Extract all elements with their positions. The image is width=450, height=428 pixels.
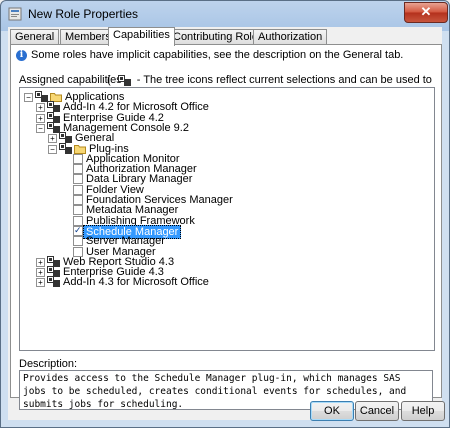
info-icon: i: [16, 50, 27, 61]
description-label: Description:: [19, 358, 78, 370]
help-button[interactable]: Help: [401, 401, 445, 421]
title-bar[interactable]: New Role Properties ✕: [1, 1, 449, 27]
close-icon: ✕: [420, 4, 432, 19]
capabilities-panel: i Some roles have implicit capabilities,…: [10, 44, 442, 410]
cancel-button[interactable]: Cancel: [355, 401, 399, 421]
info-message: Some roles have implicit capabilities, s…: [31, 49, 404, 61]
legend-open-paren: (: [107, 74, 111, 86]
tree-node-label[interactable]: Add-In 4.3 for Microsoft Office: [63, 276, 209, 288]
close-button[interactable]: ✕: [404, 2, 448, 23]
window-title: New Role Properties: [28, 7, 139, 21]
tab-general[interactable]: General: [10, 29, 60, 45]
dialog-client-area: General Members Capabilities Contributin…: [8, 27, 445, 421]
expand-icon[interactable]: +: [36, 278, 45, 288]
mixed-state-icon[interactable]: [47, 276, 60, 288]
tab-authorization[interactable]: Authorization: [253, 29, 328, 45]
capabilities-tree[interactable]: − Applications + Add-In 4.2 for Microsoft O…: [19, 87, 435, 351]
tab-capabilities[interactable]: Capabilities: [108, 27, 175, 46]
dialog-window: New Role Properties ✕ General Members Ca…: [0, 0, 450, 428]
tree-node[interactable]: + Add-In 4.3 for Microsoft Office: [20, 276, 430, 288]
ok-button[interactable]: OK: [310, 401, 354, 421]
role-properties-icon: [8, 7, 22, 21]
mixed-state-icon: [117, 74, 131, 86]
